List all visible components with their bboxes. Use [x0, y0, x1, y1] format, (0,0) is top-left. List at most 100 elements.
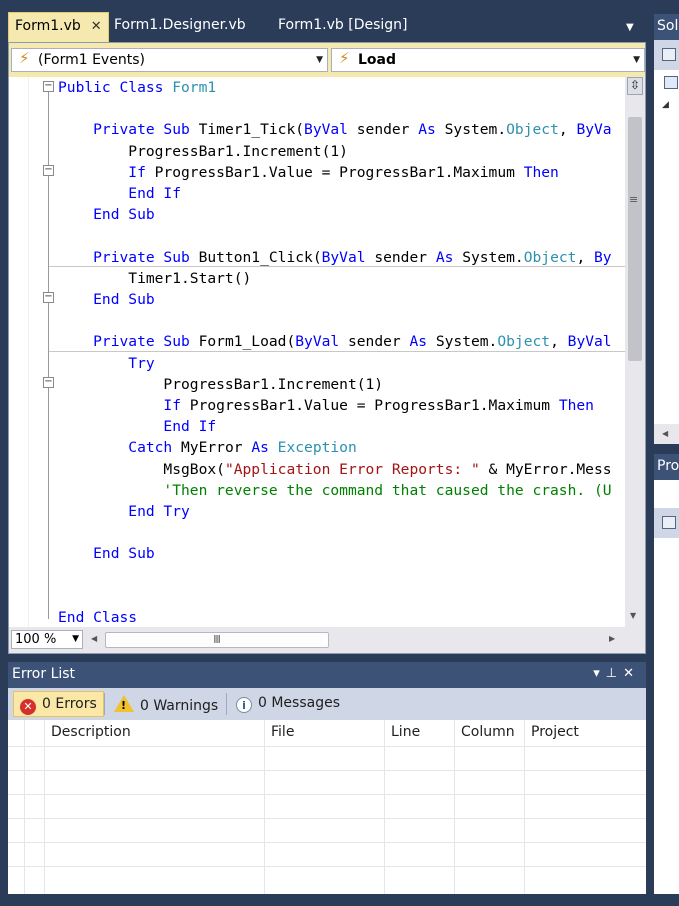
- categorized-icon[interactable]: [662, 516, 676, 529]
- collapse-icon[interactable]: −: [43, 377, 54, 388]
- code-line: ProgressBar1.Increment(1): [58, 374, 383, 395]
- vertical-scrollbar[interactable]: ⇳ ≡ ▼: [625, 77, 645, 627]
- code-token: End Sub: [58, 545, 155, 563]
- scroll-down-icon[interactable]: ▼: [630, 611, 636, 620]
- panel-controls: ▾⊥✕: [593, 666, 640, 681]
- code-token: End If: [58, 418, 217, 436]
- code-token: ByVal: [304, 121, 357, 139]
- chevron-down-icon[interactable]: ▼: [316, 55, 323, 65]
- tab-form1-design[interactable]: Form1.vb [Design]: [272, 12, 414, 42]
- error-list-toolbar: ✕ 0 Errors ! 0 Warnings i 0 Messages: [8, 688, 646, 720]
- column-header-column[interactable]: Column: [461, 724, 515, 740]
- code-token: By: [594, 248, 612, 266]
- properties-panel: Pro: [654, 454, 679, 894]
- code-token: As: [418, 121, 445, 139]
- column-header-project[interactable]: Project: [531, 724, 579, 740]
- code-token: As: [409, 333, 436, 351]
- code-token: System.: [462, 248, 524, 266]
- code-token: As: [251, 439, 278, 457]
- vertical-scroll-thumb[interactable]: [628, 117, 642, 361]
- errors-count: 0 Errors: [42, 696, 97, 712]
- tab-overflow-dropdown-icon[interactable]: ▼: [626, 22, 634, 33]
- column-header-description[interactable]: Description: [51, 724, 131, 740]
- chevron-down-icon[interactable]: ▼: [633, 55, 640, 65]
- tab-form1-designer-vb[interactable]: Form1.Designer.vb: [108, 12, 252, 42]
- row-divider: [8, 746, 646, 747]
- row-divider: [8, 842, 646, 843]
- pin-icon[interactable]: ⊥: [606, 666, 623, 681]
- code-token: End Sub: [58, 206, 155, 224]
- solution-explorer-title: Solu: [654, 14, 679, 40]
- code-token: Form1: [172, 79, 217, 96]
- tab-label: Form1.vb: [15, 18, 81, 34]
- code-token: & MyError.Mess: [479, 460, 612, 478]
- code-token: MyError: [181, 439, 252, 457]
- code-token: Exception: [277, 439, 357, 457]
- code-line: End Sub: [58, 289, 155, 310]
- code-token: If: [58, 163, 155, 181]
- code-token: Form1_Load(: [198, 333, 296, 351]
- code-line: End Try: [58, 501, 190, 522]
- column-header-file[interactable]: File: [271, 724, 294, 740]
- code-token: Private Sub: [58, 121, 199, 139]
- tab-label: Form1.vb [Design]: [278, 17, 408, 33]
- error-list-grid: Description File Line Column Project: [8, 720, 646, 894]
- warning-icon: !: [114, 695, 134, 712]
- errors-filter-button[interactable]: ✕ 0 Errors: [13, 691, 104, 717]
- code-token: End If: [58, 185, 182, 202]
- code-token: Catch: [58, 439, 182, 457]
- document-tab-strip: Form1.vb ✕ Form1.Designer.vb Form1.vb [De…: [0, 0, 652, 42]
- code-line: End If: [58, 183, 181, 204]
- scroll-right-icon[interactable]: ▶: [609, 634, 615, 643]
- code-token: Private Sub: [58, 333, 199, 351]
- code-editor: ⚡ (Form1 Events) ▼ ⚡ Load ▼ − − − − Publ…: [8, 42, 646, 654]
- scroll-left-icon[interactable]: ◀: [91, 634, 97, 643]
- code-line: Catch MyError As Exception: [58, 437, 357, 458]
- code-token: Then: [558, 397, 594, 414]
- code-token: Then: [523, 163, 559, 181]
- code-line: Private Sub Button1_Click(ByVal sender A…: [58, 247, 612, 268]
- code-text-area[interactable]: − − − − Public Class Form1 Private Sub T…: [9, 77, 625, 627]
- lightning-bolt-icon: ⚡: [339, 49, 350, 67]
- code-token: As: [435, 248, 463, 266]
- warnings-filter-button[interactable]: ! 0 Warnings: [108, 691, 224, 717]
- zoom-value: 100 %: [15, 632, 57, 647]
- collapse-icon[interactable]: −: [43, 81, 54, 92]
- scroll-left-icon[interactable]: ◀: [654, 424, 679, 444]
- method-name-combo[interactable]: ⚡ Load ▼: [331, 48, 645, 72]
- code-token: ByVal: [567, 333, 612, 351]
- column-header-line[interactable]: Line: [391, 724, 420, 740]
- code-token: ByVal: [295, 333, 348, 351]
- dropdown-icon[interactable]: ▾: [593, 666, 606, 681]
- tab-form1-vb[interactable]: Form1.vb ✕: [8, 12, 109, 42]
- toolbar-divider: [104, 693, 105, 715]
- code-token: Object: [523, 248, 577, 266]
- collapse-icon[interactable]: −: [43, 292, 54, 303]
- code-token: ,: [576, 248, 595, 266]
- error-icon: ✕: [20, 699, 36, 715]
- collapse-icon[interactable]: −: [43, 165, 54, 176]
- code-line: If ProgressBar1.Value = ProgressBar1.Max…: [58, 162, 559, 183]
- class-name-combo[interactable]: ⚡ (Form1 Events) ▼: [11, 48, 328, 72]
- code-token: End Sub: [58, 291, 155, 308]
- code-line: MsgBox("Application Error Reports: " & M…: [58, 459, 612, 480]
- close-icon[interactable]: ✕: [623, 666, 640, 681]
- editor-bottom-bar: 100 % ▼ ◀ Ⅲ ▶: [9, 627, 645, 653]
- project-icon[interactable]: [664, 76, 678, 89]
- code-line: Public Class Form1: [58, 77, 216, 98]
- close-icon[interactable]: ✕: [91, 19, 102, 34]
- expander-icon[interactable]: ◢: [662, 100, 669, 110]
- code-token: System.: [444, 121, 507, 139]
- info-icon: i: [236, 697, 252, 713]
- split-handle-icon[interactable]: ⇳: [627, 77, 643, 95]
- method-name-value: Load: [358, 52, 397, 68]
- code-token: ByVal: [321, 248, 375, 266]
- horizontal-scroll-thumb[interactable]: Ⅲ: [105, 632, 329, 648]
- messages-filter-button[interactable]: i 0 Messages: [230, 691, 346, 717]
- properties-icon[interactable]: [662, 48, 676, 61]
- zoom-combo[interactable]: 100 % ▼: [11, 630, 83, 649]
- chevron-down-icon[interactable]: ▼: [72, 631, 79, 648]
- lightning-bolt-icon: ⚡: [19, 49, 30, 67]
- code-line: ProgressBar1.Increment(1): [58, 141, 348, 162]
- code-line: End Class: [58, 607, 137, 627]
